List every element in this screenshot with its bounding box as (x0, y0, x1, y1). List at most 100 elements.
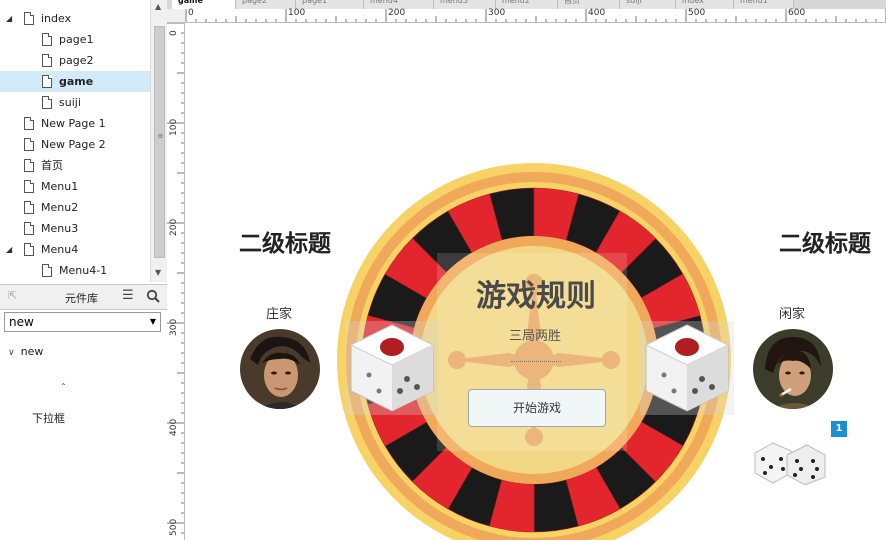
caret-up-icon[interactable]: ˆ (61, 383, 66, 394)
page-tree-item[interactable]: New Page 2 (0, 134, 150, 155)
scroll-up-icon[interactable]: ▲ (155, 2, 161, 11)
tab-game[interactable]: game (172, 0, 236, 9)
rules-title[interactable]: 游戏规则 (471, 271, 601, 315)
tab-menu1[interactable]: menu1 (734, 0, 794, 9)
page-icon (42, 264, 52, 277)
page-tree-item[interactable]: Menu2 (0, 197, 150, 218)
page-tree-item-label: New Page 1 (41, 117, 106, 130)
page-tree-item-label: Menu4 (41, 243, 79, 256)
page-tree-item-label: page1 (59, 33, 94, 46)
page-tree-scrollbar[interactable]: ▲ ≡ ▼ (150, 0, 168, 282)
page-tree: ◢ index page1 page2 game suiji New Page 1 New P… (0, 0, 150, 282)
page-tree-item-label: suiji (59, 96, 81, 109)
ruler-corner (167, 9, 186, 23)
rules-divider (511, 361, 561, 362)
left-heading[interactable]: 二级标题 (239, 224, 331, 258)
library-item-dropdown[interactable]: 下拉框 (32, 410, 65, 426)
page-icon (24, 12, 34, 25)
page-icon (24, 180, 34, 193)
ruler-label: 0 (188, 8, 194, 18)
tab-page2[interactable]: page2 (236, 0, 296, 9)
scroll-thumb[interactable]: ≡ (154, 26, 165, 258)
right-heading[interactable]: 二级标题 (779, 224, 871, 258)
library-select[interactable]: new ▼ (4, 312, 161, 332)
design-canvas[interactable]: 二级标题 二级标题 庄家 闲家 游戏规则 三局两胜 开始游戏 1 (185, 23, 886, 540)
page-icon (24, 243, 34, 256)
page-icon (24, 159, 34, 172)
ruler-label: 300 (488, 8, 506, 18)
page-tree-item[interactable]: page2 (0, 50, 150, 71)
library-select-value: new (9, 315, 34, 329)
page-tree-item-label: page2 (59, 54, 94, 67)
page-icon (24, 138, 34, 151)
page-tree-item-label: game (59, 75, 94, 88)
page-icon (42, 33, 52, 46)
page-tree-item[interactable]: suiji (0, 92, 150, 113)
page-icon (42, 96, 52, 109)
tab-menu2[interactable]: menu2 (496, 0, 558, 9)
ruler-label: 200 (388, 8, 406, 18)
badge[interactable]: 1 (831, 421, 847, 437)
rules-subtitle[interactable]: 三局两胜 (495, 325, 575, 344)
page-tabs: game page2 page1 menu4 menu3 menu2 首页 suiji inde… (167, 0, 886, 9)
dice-left-icon[interactable] (345, 321, 439, 415)
page-tree-item[interactable]: Menu1 (0, 176, 150, 197)
player-avatar[interactable] (753, 329, 833, 409)
page-tree-item[interactable]: ◢ index (0, 8, 150, 29)
ruler-label: 500 (169, 518, 179, 536)
page-icon (42, 75, 52, 88)
ruler-label: 300 (169, 318, 179, 336)
page-tree-item-label: index (41, 12, 72, 25)
chevron-down-icon: ∨ (8, 348, 15, 358)
dice-right-icon[interactable] (640, 321, 734, 415)
library-group-label: new (20, 345, 44, 358)
library-title: 元件库 (65, 292, 98, 305)
page-tree-item-label: Menu4-1 (59, 264, 108, 277)
ruler-label: 400 (169, 418, 179, 436)
library-group[interactable]: ∨ new (8, 345, 43, 358)
page-tree-item[interactable]: 首页 (0, 155, 150, 176)
page-tree-item[interactable]: Menu4-1 (0, 260, 150, 281)
page-icon (24, 222, 34, 235)
page-tree-item-label: Menu3 (41, 222, 79, 235)
banker-avatar[interactable] (240, 329, 320, 409)
tab-page1[interactable]: page1 (296, 0, 364, 9)
library-header: ⇱ 元件库 ☰ (0, 284, 167, 310)
banker-label[interactable]: 庄家 (266, 303, 292, 322)
small-dice-icon[interactable] (751, 439, 829, 485)
ruler-label: 0 (169, 30, 179, 36)
scroll-down-icon[interactable]: ▼ (155, 268, 161, 277)
page-tree-item-label: Menu2 (41, 201, 79, 214)
page-icon (24, 117, 34, 130)
page-tree-item-label: 首页 (41, 159, 63, 172)
search-icon[interactable] (146, 289, 160, 303)
grip-icon: ≡ (157, 132, 164, 140)
page-tree-item[interactable]: ◢ Menu4 (0, 239, 150, 260)
chevron-down-icon: ▼ (149, 317, 156, 326)
page-icon (24, 201, 34, 214)
menu-icon[interactable]: ☰ (122, 288, 134, 303)
player-label[interactable]: 闲家 (779, 303, 805, 322)
page-tree-item[interactable]: game (0, 71, 150, 92)
ruler-label: 500 (688, 8, 706, 18)
page-icon (42, 54, 52, 67)
page-tree-item-label: Menu1 (41, 180, 79, 193)
ruler-label: 400 (588, 8, 606, 18)
start-game-button[interactable]: 开始游戏 (468, 389, 606, 427)
tab-menu3[interactable]: menu3 (434, 0, 496, 9)
ruler-label: 100 (288, 8, 306, 18)
left-panel: ◢ index page1 page2 game suiji New Page 1 New P… (0, 0, 168, 540)
page-tree-item[interactable]: page1 (0, 29, 150, 50)
horizontal-ruler: 0 100 200 300 400 500 600 (185, 8, 886, 23)
tab-suiji[interactable]: suiji (620, 0, 676, 9)
page-tree-item[interactable]: Menu3 (0, 218, 150, 239)
ruler-label: 600 (788, 8, 806, 18)
expand-icon[interactable]: ◢ (6, 246, 14, 254)
page-tree-item[interactable]: New Page 1 (0, 113, 150, 134)
expand-icon[interactable]: ◢ (6, 15, 14, 23)
vertical-ruler: 0 100 200 300 400 500 (167, 22, 185, 540)
ruler-label: 200 (169, 218, 179, 236)
ruler-label: 100 (169, 118, 179, 136)
page-tree-item-label: New Page 2 (41, 138, 106, 151)
import-icon[interactable]: ⇱ (8, 289, 17, 302)
